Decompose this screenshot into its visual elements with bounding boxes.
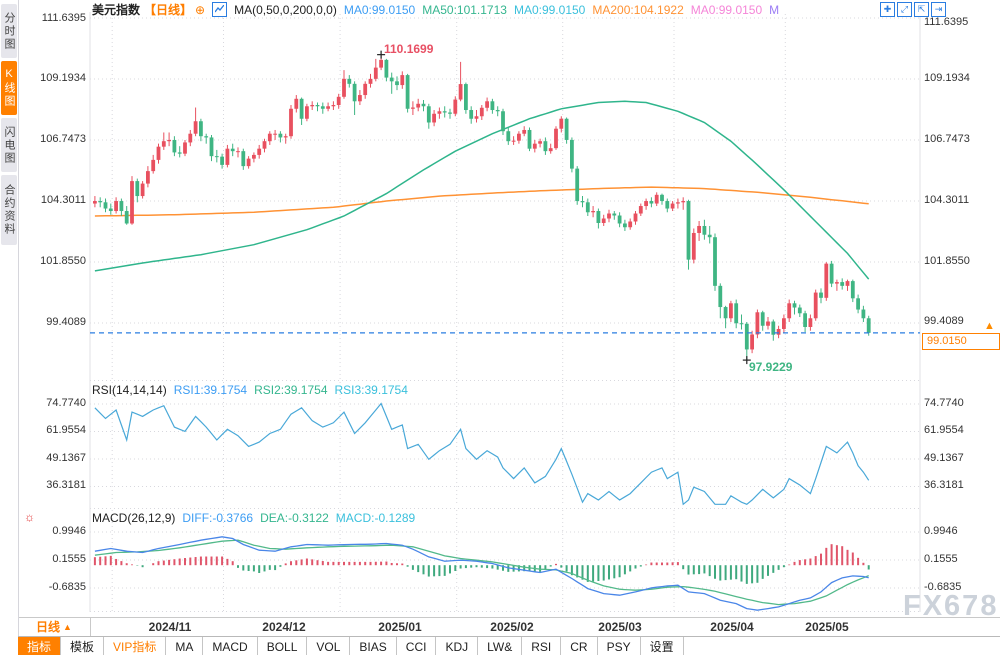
tab-vol[interactable]: VOL — [307, 637, 350, 655]
y-axis-label: 104.3011 — [20, 194, 86, 206]
rsi-axis-label-right: 36.3181 — [924, 479, 998, 491]
ma50-value: MA50:101.1713 — [422, 3, 507, 17]
chart-toolbar: ✚ ⤢ ⇱ ⇥ — [878, 2, 946, 17]
ma-formula: MA(0,50,0,200,0,0) — [234, 3, 337, 17]
price-arrow-icon: ▲ — [984, 320, 995, 332]
tab-ma[interactable]: MA — [166, 637, 203, 655]
diff-value: DIFF:-0.3766 — [182, 511, 253, 525]
main-chart-header: 美元指数 【日线】 ⊕ MA(0,50,0,200,0,0) MA0:99.01… — [92, 1, 779, 18]
symbol-title: 美元指数 — [92, 1, 140, 18]
y-axis-label-right: 109.1934 — [924, 72, 998, 84]
tab-template[interactable]: 模板 — [61, 637, 104, 655]
macd-axis-label-right: 0.1555 — [924, 553, 998, 565]
y-axis-label: 111.6395 — [20, 12, 86, 24]
chart-application: 分时图 K线图 闪电图 合约资料 美元指数 【日线】 ⊕ MA(0,50,0,2… — [0, 0, 1000, 655]
macd-value: MACD:-0.1289 — [336, 511, 415, 525]
pan-right-icon[interactable]: ⇥ — [931, 2, 946, 17]
expand-icon[interactable]: ⊕ — [195, 3, 205, 17]
y-axis-label: 106.7473 — [20, 133, 86, 145]
macd-axis-label: 0.1555 — [20, 553, 86, 565]
rsi2-value: RSI2:39.1754 — [254, 383, 327, 397]
date-label: 2024/11 — [149, 620, 192, 634]
tab-kdj[interactable]: KDJ — [436, 637, 478, 655]
y-axis-label: 101.8550 — [20, 255, 86, 267]
chart-canvas[interactable] — [0, 0, 1000, 655]
tab-cr[interactable]: CR — [561, 637, 597, 655]
date-label: 2025/05 — [805, 620, 848, 634]
rsi-panel-header: RSI(14,14,14) RSI1:39.1754 RSI2:39.1754 … — [92, 383, 408, 397]
y-axis-label-right: 101.8550 — [924, 255, 998, 267]
ma0-value-2: MA0:99.0150 — [514, 3, 585, 17]
tab-settings[interactable]: 设置 — [641, 637, 684, 655]
tab-bias[interactable]: BIAS — [350, 637, 396, 655]
kline-icon[interactable] — [212, 2, 227, 17]
tab-indicator[interactable]: 指标 — [18, 637, 61, 655]
tab-lwr[interactable]: LW& — [478, 637, 522, 655]
period-text: 日线 — [36, 618, 60, 635]
tab-psy[interactable]: PSY — [598, 637, 641, 655]
period-selector[interactable]: 日线 ▲ — [18, 617, 91, 636]
macd-panel-header: MACD(26,12,9) DIFF:-0.3766 DEA:-0.3122 M… — [92, 511, 415, 525]
y-axis-label: 109.1934 — [20, 72, 86, 84]
tab-rsi[interactable]: RSI — [522, 637, 561, 655]
sidebar-item-contract-info[interactable]: 合约资料 — [1, 175, 17, 245]
macd-axis-label: -0.6835 — [20, 581, 86, 593]
rsi-axis-label: 49.1367 — [20, 452, 86, 464]
y-axis-label-right: 104.3011 — [924, 194, 998, 206]
rsi-axis-label-right: 61.9554 — [924, 424, 998, 436]
crosshair-icon[interactable]: ✚ — [880, 2, 895, 17]
zoom-in-box-icon[interactable]: ⇱ — [914, 2, 929, 17]
tab-boll[interactable]: BOLL — [258, 637, 308, 655]
tab-macd[interactable]: MACD — [203, 637, 257, 655]
y-axis-label-right: 111.6395 — [924, 16, 998, 28]
date-label: 2024/12 — [262, 620, 305, 634]
tab-vip-indicator[interactable]: VIP指标 — [104, 637, 166, 655]
ma0-value: MA0:99.0150 — [344, 3, 415, 17]
ma0-value-3: MA0:99.0150 — [691, 3, 762, 17]
rsi-axis-label: 61.9554 — [20, 424, 86, 436]
rsi-title: RSI(14,14,14) — [92, 383, 167, 397]
dea-value: DEA:-0.3122 — [260, 511, 329, 525]
period-arrow-icon: ▲ — [63, 622, 72, 632]
rsi-axis-label: 74.7740 — [20, 397, 86, 409]
period-label: 【日线】 — [144, 1, 192, 18]
chart-type-sidebar: 分时图 K线图 闪电图 合约资料 — [0, 0, 19, 655]
rsi3-value: RSI3:39.1754 — [335, 383, 408, 397]
date-label: 2025/02 — [490, 620, 533, 634]
high-price-annotation: 110.1699 — [384, 42, 433, 56]
rsi-axis-label-right: 74.7740 — [924, 397, 998, 409]
indicator-settings-icon[interactable]: ☼ — [24, 510, 35, 524]
date-label: 2025/04 — [710, 620, 753, 634]
last-price-box: 99.0150 — [922, 333, 1000, 350]
date-label: 2025/03 — [598, 620, 641, 634]
sidebar-item-timeshare[interactable]: 分时图 — [1, 4, 17, 58]
low-price-annotation: 97.9229 — [749, 360, 792, 374]
ma200-value: MA200:104.1922 — [592, 3, 683, 17]
date-label: 2025/01 — [378, 620, 421, 634]
zoom-area-icon[interactable]: ⤢ — [897, 2, 912, 17]
y-axis-label: 99.4089 — [20, 316, 86, 328]
y-axis-label-right: 106.7473 — [924, 133, 998, 145]
macd-axis-label: 0.9946 — [20, 525, 86, 537]
rsi1-value: RSI1:39.1754 — [174, 383, 247, 397]
rsi-axis-label: 36.3181 — [20, 479, 86, 491]
sidebar-item-kline[interactable]: K线图 — [1, 61, 17, 115]
indicator-tab-bar: 指标 模板 VIP指标 MA MACD BOLL VOL BIAS CCI KD… — [18, 636, 1000, 655]
tab-cci[interactable]: CCI — [397, 637, 437, 655]
macd-title: MACD(26,12,9) — [92, 511, 175, 525]
macd-axis-label-right: 0.9946 — [924, 525, 998, 537]
sidebar-item-lightning[interactable]: 闪电图 — [1, 118, 17, 172]
rsi-axis-label-right: 49.1367 — [924, 452, 998, 464]
m-label: M — [769, 3, 779, 17]
